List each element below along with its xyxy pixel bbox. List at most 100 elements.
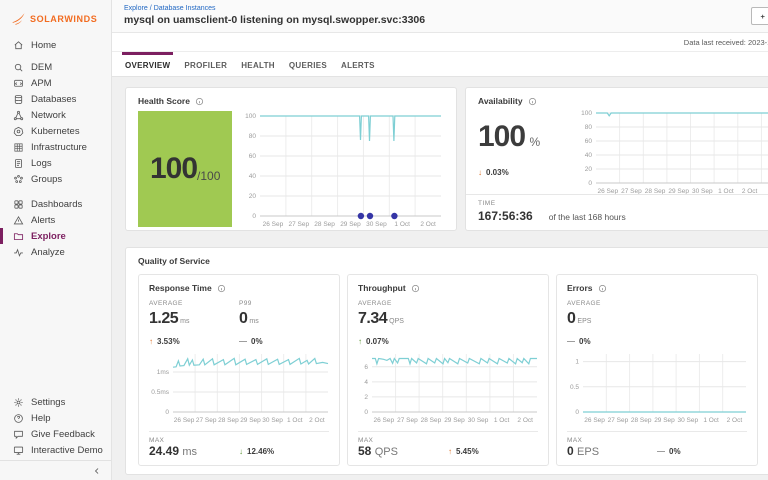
info-icon[interactable] <box>195 97 204 106</box>
solarwinds-logo: SOLARWINDS <box>0 0 111 26</box>
feedback-bubble-icon <box>13 429 24 440</box>
sidebar-item-logs[interactable]: Logs <box>0 155 111 171</box>
svg-text:60: 60 <box>249 153 257 160</box>
sidebar-item-interactive-demo[interactable]: Interactive Demo <box>0 442 111 458</box>
health-score-box: 100 /100 <box>138 111 233 227</box>
sidebar-item-dem[interactable]: DEM <box>0 59 111 75</box>
trend-flat-icon: — <box>239 337 247 346</box>
svg-text:0: 0 <box>253 213 257 220</box>
analyze-icon <box>13 247 24 258</box>
svg-text:80: 80 <box>585 124 593 131</box>
uptime-suffix: of the last 168 hours <box>548 212 626 222</box>
average-label: AVERAGE <box>358 300 392 307</box>
p99-value: 0 ms <box>239 310 259 327</box>
tab-alerts[interactable]: ALERTS <box>341 52 375 76</box>
svg-text:2 Oct: 2 Oct <box>517 417 533 424</box>
sidebar-item-give-feedback[interactable]: Give Feedback <box>0 426 111 442</box>
p99-delta: — 0% <box>239 337 263 346</box>
info-icon[interactable] <box>528 97 537 106</box>
sidebar-item-home[interactable]: Home <box>0 37 111 53</box>
gear-icon <box>13 397 24 408</box>
unit-label: EPS <box>577 446 600 458</box>
sidebar-item-alerts[interactable]: Alerts <box>0 212 111 228</box>
quality-of-service-title: Quality of Service <box>138 256 210 266</box>
info-icon[interactable] <box>411 284 420 293</box>
max-delta: ↓ 12.46% <box>239 447 275 456</box>
infrastructure-icon <box>13 142 24 153</box>
svg-text:29 Sep: 29 Sep <box>444 417 465 424</box>
dem-icon <box>13 62 24 73</box>
sidebar-item-network[interactable]: Network <box>0 107 111 123</box>
svg-text:0: 0 <box>165 409 169 416</box>
errors-chart: 0 0.5 1 26 Sep 27 Sep 28 Sep 29 Sep 30 Sep 1 Oct… <box>567 349 749 425</box>
unit-label: ms <box>180 318 190 325</box>
sidebar-item-groups[interactable]: Groups <box>0 171 111 187</box>
breadcrumb-database-instances[interactable]: Database Instances <box>154 5 216 12</box>
svg-text:2 Oct: 2 Oct <box>421 221 437 228</box>
svg-text:100: 100 <box>246 113 257 120</box>
response-time-card: Response Time AVERAGE 1.25 ms P99 0 ms ↑… <box>138 274 340 466</box>
add-database-button[interactable]: + ADD DA <box>751 7 768 25</box>
svg-text:28 Sep: 28 Sep <box>421 417 442 424</box>
svg-text:27 Sep: 27 Sep <box>289 221 310 228</box>
home-icon <box>13 40 24 51</box>
breadcrumb: Explore / Database Instances <box>124 5 216 12</box>
alerts-icon <box>13 215 24 226</box>
throughput-title: Throughput <box>358 283 406 293</box>
sidebar-item-infrastructure[interactable]: Infrastructure <box>0 139 111 155</box>
sidebar-collapse-button[interactable] <box>0 460 111 480</box>
tab-profiler[interactable]: PROFILER <box>184 52 227 76</box>
sidebar-item-settings[interactable]: Settings <box>0 394 111 410</box>
svg-text:26 Sep: 26 Sep <box>373 417 394 424</box>
time-label: TIME <box>478 200 496 207</box>
svg-text:0: 0 <box>364 409 368 416</box>
sidebar-item-dashboards[interactable]: Dashboards <box>0 196 111 212</box>
svg-text:30 Sep: 30 Sep <box>468 417 489 424</box>
tab-health[interactable]: HEALTH <box>241 52 275 76</box>
sidebar-item-help[interactable]: Help <box>0 410 111 426</box>
svg-text:20: 20 <box>249 193 257 200</box>
tab-overview[interactable]: OVERVIEW <box>121 52 174 76</box>
kubernetes-icon <box>13 126 24 137</box>
availability-chart: 0 20 40 60 80 100 26 Sep 27 Sep 28 Sep 29 Sep 30 S… <box>576 108 768 196</box>
breadcrumb-explore[interactable]: Explore <box>124 5 148 12</box>
unit-label: QPS <box>389 318 404 325</box>
health-score-denominator: /100 <box>197 169 221 183</box>
max-value: 24.49 ms <box>149 444 198 458</box>
average-delta: ↑ 0.07% <box>358 337 389 346</box>
svg-text:1 Oct: 1 Oct <box>703 417 719 424</box>
average-value: 7.34 QPS <box>358 310 404 327</box>
average-value: 0 EPS <box>567 310 592 327</box>
quality-of-service-card: Quality of Service Response Time AVERAGE… <box>125 247 768 475</box>
svg-text:28 Sep: 28 Sep <box>315 221 336 228</box>
max-label: MAX <box>149 437 165 444</box>
sidebar-item-analyze[interactable]: Analyze <box>0 244 111 260</box>
throughput-chart: 0 2 4 6 26 Sep 27 Sep 28 Sep 29 Sep 30 Sep 1 Oct 2… <box>358 349 540 425</box>
tab-queries[interactable]: QUERIES <box>289 52 327 76</box>
apm-icon <box>13 78 24 89</box>
info-icon[interactable] <box>217 284 226 293</box>
sidebar-item-databases[interactable]: Databases <box>0 91 111 107</box>
health-score-card: Health Score 100 /100 0 20 40 60 80 100 26 Sep… <box>125 87 457 231</box>
svg-text:40: 40 <box>585 152 593 159</box>
info-icon[interactable] <box>598 284 607 293</box>
sidebar-item-explore[interactable]: Explore <box>0 228 111 244</box>
average-label: AVERAGE <box>149 300 183 307</box>
max-label: MAX <box>567 437 583 444</box>
monitor-icon <box>13 445 24 456</box>
dashboards-icon <box>13 199 24 210</box>
sidebar: SOLARWINDS Home DEM APM Databases Networ… <box>0 0 112 480</box>
svg-text:28 Sep: 28 Sep <box>631 417 652 424</box>
data-last-received: Data last received: 2023-10- <box>683 38 768 47</box>
trend-down-icon: ↓ <box>239 447 243 456</box>
trend-up-icon: ↑ <box>149 337 153 346</box>
svg-text:0: 0 <box>588 180 592 187</box>
sidebar-item-apm[interactable]: APM <box>0 75 111 91</box>
svg-text:2 Oct: 2 Oct <box>727 417 743 424</box>
page-title: mysql on uamsclient-0 listening on mysql… <box>124 14 426 26</box>
sidebar-item-kubernetes[interactable]: Kubernetes <box>0 123 111 139</box>
svg-text:29 Sep: 29 Sep <box>341 221 362 228</box>
svg-text:28 Sep: 28 Sep <box>218 417 239 424</box>
max-delta: — 0% <box>657 447 681 456</box>
brand-name: SOLARWINDS <box>30 13 98 24</box>
